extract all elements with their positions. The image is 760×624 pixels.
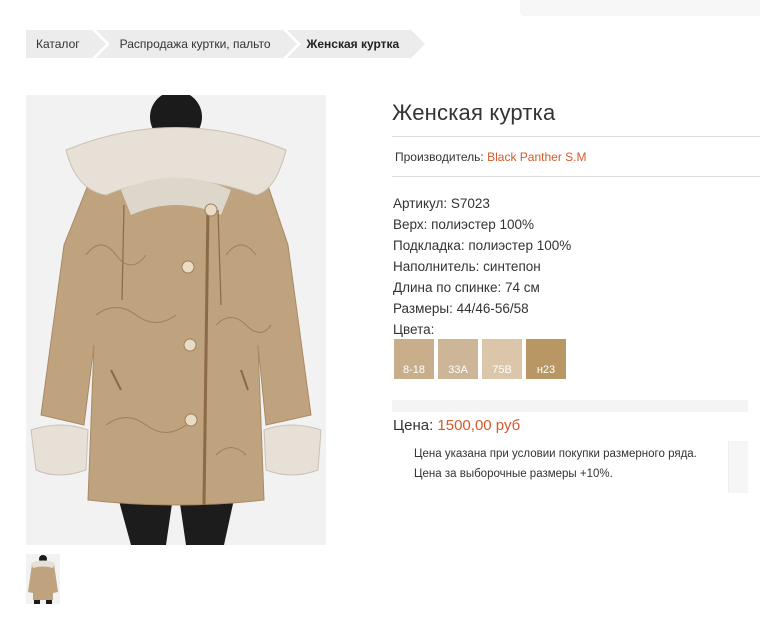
product-page: Каталог Распродажа куртки, пальто Женска…: [0, 0, 760, 624]
product-main-image[interactable]: [26, 95, 326, 545]
color-swatch[interactable]: 75В: [482, 339, 522, 379]
divider: [392, 136, 760, 137]
price-label: Цена:: [393, 417, 434, 434]
price-note: Цена указана при условии покупки размерн…: [392, 441, 748, 493]
price-note-box: Цена указана при условии покупки размерн…: [392, 441, 729, 493]
breadcrumb-item-catalog[interactable]: Каталог: [26, 30, 106, 58]
spec-lining: Подкладка: полиэстер 100%: [393, 238, 572, 253]
product-specs: Артикул: S7023 Верх: полиэстер 100% Подк…: [393, 193, 571, 340]
color-swatch-label: 33А: [448, 364, 468, 376]
price-value: 1500,00 руб: [437, 417, 521, 434]
spec-colors-label: Цвета:: [393, 322, 435, 337]
breadcrumb-item-sale[interactable]: Распродажа куртки, пальто: [95, 30, 297, 58]
price-row: Цена: 1500,00 руб: [393, 417, 520, 434]
divider: [392, 176, 760, 177]
price-note-line: Цена указана при условии покупки размерн…: [414, 448, 697, 460]
spec-outer: Верх: полиэстер 100%: [393, 217, 535, 232]
top-right-panel: [520, 0, 760, 16]
price-note-line: Цена за выборочные размеры +10%.: [414, 468, 613, 480]
spec-length: Длина по спинке: 74 см: [393, 280, 540, 295]
color-swatch-label: н23: [536, 364, 556, 376]
breadcrumb: Каталог Распродажа куртки, пальто Женска…: [26, 30, 429, 58]
color-swatch[interactable]: 33А: [438, 339, 478, 379]
spec-article: Артикул: S7023: [393, 196, 490, 211]
manufacturer-label: Производитель:: [395, 150, 484, 164]
color-swatch[interactable]: 8-18: [394, 339, 434, 379]
spec-sizes: Размеры: 44/46-56/58: [393, 301, 529, 316]
color-swatch[interactable]: н23: [526, 339, 566, 379]
color-swatch-label: 75В: [492, 364, 512, 376]
manufacturer-link[interactable]: Black Panther S.M: [487, 150, 586, 164]
breadcrumb-item-current: Женская куртка: [286, 30, 425, 58]
product-title: Женская куртка: [392, 100, 556, 125]
price-band: [392, 400, 748, 412]
color-swatches: 8-18 33А 75В н23: [394, 339, 570, 379]
color-swatch-label: 8-18: [402, 364, 426, 376]
product-thumbnail[interactable]: [26, 554, 60, 604]
manufacturer-row: Производитель: Black Panther S.M: [395, 150, 586, 164]
spec-filling: Наполнитель: синтепон: [393, 259, 541, 274]
